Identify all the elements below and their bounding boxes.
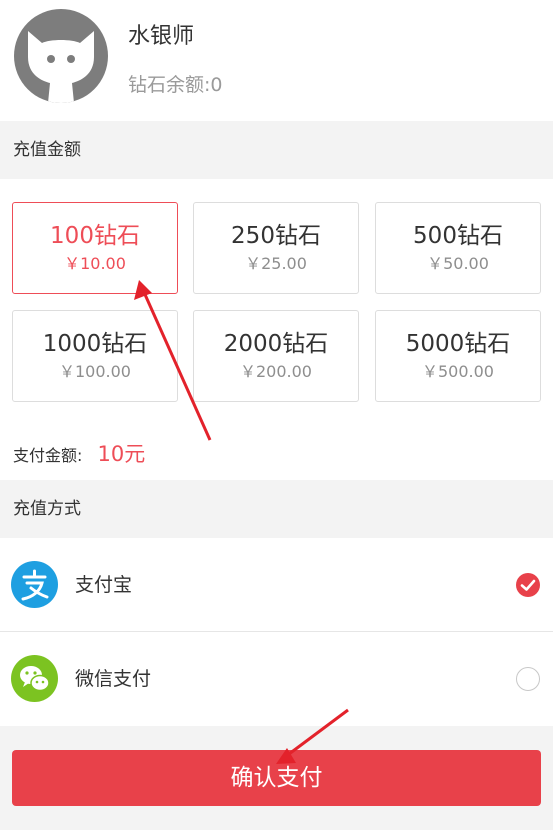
- option-diamonds: 500钻石: [413, 223, 503, 249]
- option-diamonds: 250钻石: [231, 223, 321, 249]
- option-price: ￥500.00: [422, 362, 494, 381]
- amount-option-2000[interactable]: 2000钻石 ￥200.00: [193, 310, 359, 402]
- option-price: ￥25.00: [245, 254, 307, 273]
- method-name: 微信支付: [75, 668, 152, 690]
- checked-icon[interactable]: [516, 573, 540, 597]
- amount-option-250[interactable]: 250钻石 ￥25.00: [193, 202, 359, 294]
- option-price: ￥50.00: [427, 254, 489, 273]
- method-name: 支付宝: [75, 574, 133, 596]
- method-wechat-pay[interactable]: 微信支付: [0, 632, 553, 726]
- option-diamonds: 1000钻石: [42, 331, 148, 357]
- wechat-pay-icon: [11, 655, 58, 702]
- cat-avatar-icon: [28, 31, 94, 103]
- avatar[interactable]: [14, 9, 108, 103]
- option-price: ￥10.00: [64, 254, 126, 273]
- pay-amount-value: 10元: [97, 442, 146, 466]
- pay-amount-label: 支付金额:: [13, 446, 83, 465]
- method-alipay[interactable]: 支付宝: [0, 538, 553, 632]
- amount-option-100[interactable]: 100钻石 ￥10.00: [12, 202, 178, 294]
- amount-option-5000[interactable]: 5000钻石 ￥500.00: [375, 310, 541, 402]
- option-diamonds: 2000钻石: [223, 331, 329, 357]
- pay-amount: 支付金额: 10元: [13, 440, 145, 468]
- confirm-pay-button[interactable]: 确认支付: [12, 750, 541, 806]
- alipay-icon: [11, 561, 58, 608]
- diamond-balance: 钻石余额:0: [128, 74, 223, 96]
- amount-option-500[interactable]: 500钻石 ￥50.00: [375, 202, 541, 294]
- recharge-method-title: 充值方式: [0, 480, 553, 538]
- option-price: ￥100.00: [59, 362, 131, 381]
- option-diamonds: 5000钻石: [405, 331, 511, 357]
- unchecked-icon[interactable]: [516, 667, 540, 691]
- recharge-amount-title: 充值金额: [0, 121, 553, 179]
- amount-option-1000[interactable]: 1000钻石 ￥100.00: [12, 310, 178, 402]
- option-diamonds: 100钻石: [50, 223, 140, 249]
- profile-header: 水银师 钻石余额:0: [0, 0, 553, 121]
- amount-options: 100钻石 ￥10.00 250钻石 ￥25.00 500钻石 ￥50.00 1…: [0, 179, 553, 480]
- option-price: ￥200.00: [240, 362, 312, 381]
- username: 水银师: [128, 24, 195, 49]
